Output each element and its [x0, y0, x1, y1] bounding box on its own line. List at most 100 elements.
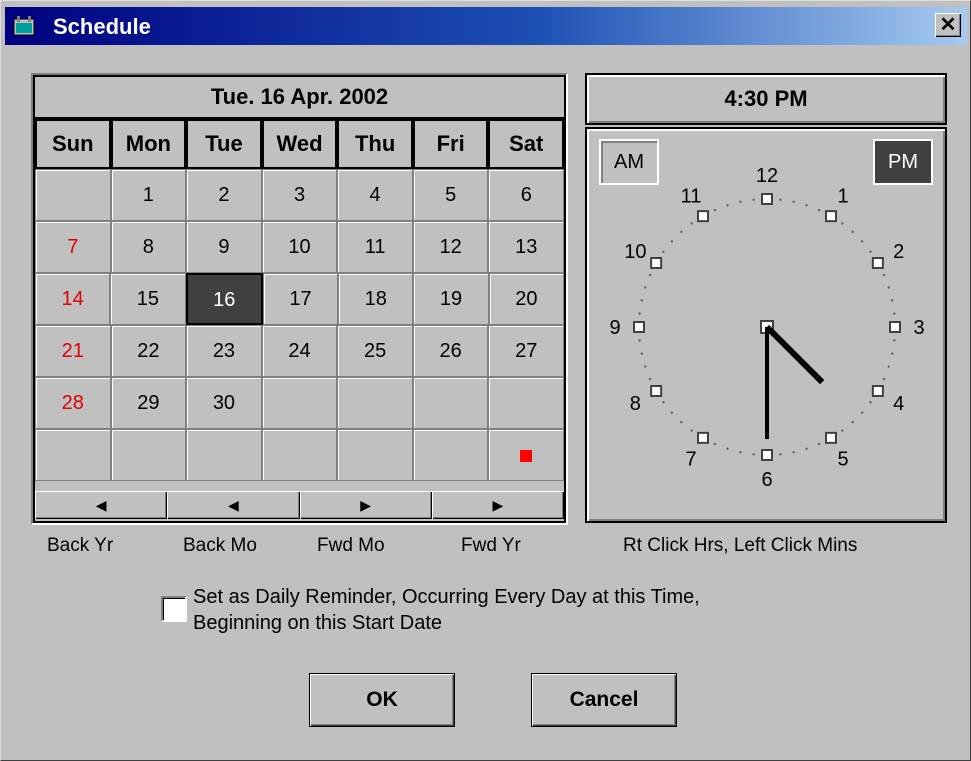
day-cell-4[interactable]: 4	[337, 169, 413, 221]
current-date-header: Tue. 16 Apr. 2002	[35, 77, 564, 119]
day-cell-19[interactable]: 19	[413, 273, 489, 325]
day-cell-2[interactable]: 2	[186, 169, 262, 221]
hour-marker-8[interactable]	[650, 385, 663, 397]
day-cell-14[interactable]: 14	[35, 273, 111, 325]
minute-tick	[893, 312, 896, 315]
hour-marker-6[interactable]	[761, 449, 773, 461]
minute-tick	[690, 222, 693, 225]
hour-marker-9[interactable]	[633, 321, 645, 333]
minute-tick	[680, 230, 683, 234]
daily-reminder-checkbox[interactable]	[161, 596, 187, 622]
clock-number-11: 11	[681, 185, 702, 207]
hour-marker-12[interactable]	[761, 193, 773, 205]
time-display: 4:30 PM	[585, 73, 947, 125]
calendar-navigation: ◀ ◀ ▶ ▶	[35, 491, 564, 521]
weekday-2: Tue	[186, 119, 262, 169]
empty-day-cell	[488, 429, 565, 481]
schedule-dialog: Schedule ✕ Tue. 16 Apr. 2002 Sun Mon Tue We…	[0, 0, 971, 761]
week-row	[35, 429, 565, 481]
day-cell-6[interactable]: 6	[488, 169, 565, 221]
day-cell-23[interactable]: 23	[186, 325, 262, 377]
clock-number-5: 5	[837, 449, 848, 471]
minute-tick	[887, 365, 890, 368]
day-cell-26[interactable]: 26	[412, 325, 489, 377]
daily-reminder-label[interactable]: Set as Daily Reminder, Occurring Every D…	[193, 584, 853, 636]
empty-day-cell	[337, 377, 413, 429]
day-cell-29[interactable]: 29	[110, 377, 187, 429]
back-mo-button[interactable]: ◀	[167, 491, 300, 519]
minute-tick	[792, 200, 795, 203]
day-cell-18[interactable]: 18	[338, 273, 414, 325]
hour-marker-4[interactable]	[871, 385, 884, 397]
hour-hand	[764, 324, 825, 385]
minute-tick	[887, 286, 890, 289]
day-cell-25[interactable]: 25	[337, 325, 413, 377]
hour-marker-7[interactable]	[697, 431, 709, 444]
hour-marker-2[interactable]	[871, 257, 884, 269]
empty-day-cell	[186, 429, 262, 481]
fwd-mo-label: Fwd Mo	[317, 535, 385, 556]
week-row: 123456	[35, 169, 565, 221]
hour-marker-11[interactable]	[697, 210, 709, 223]
day-cell-5[interactable]: 5	[412, 169, 489, 221]
day-cell-17[interactable]: 17	[262, 273, 339, 325]
day-cell-9[interactable]: 9	[186, 221, 262, 273]
day-cell-20[interactable]: 20	[488, 273, 564, 325]
minute-tick	[640, 299, 643, 302]
minute-tick	[644, 286, 647, 289]
window-title: Schedule	[53, 14, 151, 39]
day-cell-16[interactable]: 16	[185, 273, 263, 325]
clock-number-8: 8	[630, 393, 641, 415]
clock-number-12: 12	[756, 165, 778, 187]
clock-number-10: 10	[624, 241, 646, 263]
minute-tick	[713, 208, 717, 212]
day-cell-11[interactable]: 11	[337, 221, 413, 273]
minute-tick	[640, 352, 643, 355]
clock-dial[interactable]: 121234567891011	[587, 129, 945, 521]
day-cell-13[interactable]: 13	[488, 221, 565, 273]
week-row: 28 29 30	[35, 377, 565, 429]
empty-day-cell	[35, 429, 111, 481]
fwd-mo-button[interactable]: ▶	[299, 491, 432, 519]
weekday-5: Fri	[412, 119, 489, 169]
day-cell-8[interactable]: 8	[110, 221, 187, 273]
hour-marker-10[interactable]	[650, 257, 663, 269]
day-cell-24[interactable]: 24	[261, 325, 338, 377]
minute-tick	[739, 451, 742, 454]
day-cell-30[interactable]: 30	[186, 377, 262, 429]
fwd-yr-button[interactable]: ▶	[431, 491, 564, 519]
day-cell-10[interactable]: 10	[261, 221, 338, 273]
ok-button[interactable]: OK	[309, 673, 455, 727]
clock-number-3: 3	[913, 317, 924, 339]
close-button[interactable]: ✕	[935, 13, 961, 37]
cancel-button[interactable]: Cancel	[531, 673, 677, 727]
minute-tick	[752, 453, 755, 456]
day-cell-7[interactable]: 7	[35, 221, 111, 273]
hour-marker-5[interactable]	[825, 431, 837, 444]
hour-marker-3[interactable]	[889, 321, 901, 333]
am-button[interactable]: AM	[599, 139, 659, 185]
clock-hint: Rt Click Hrs, Left Click Mins	[623, 535, 858, 556]
weekday-header-row: Sun Mon Tue Wed Thu Fri Sat	[35, 119, 565, 169]
clock-face[interactable]: 12 1 2 3 4 5 6 7 8 9 10 11 AM PM	[585, 127, 947, 523]
minute-tick	[860, 411, 864, 414]
day-cell-12[interactable]: 12	[412, 221, 489, 273]
day-cell-1[interactable]: 1	[110, 169, 187, 221]
back-yr-label: Back Yr	[47, 535, 114, 556]
pm-button[interactable]: PM	[873, 139, 933, 185]
back-mo-label: Back Mo	[183, 535, 257, 556]
empty-day-cell	[110, 429, 187, 481]
clock-number-6: 6	[761, 469, 772, 491]
day-cell-15[interactable]: 15	[110, 273, 186, 325]
minute-tick	[670, 240, 674, 243]
day-cell-22[interactable]: 22	[110, 325, 187, 377]
day-cell-21[interactable]: 21	[35, 325, 111, 377]
back-yr-button[interactable]: ◀	[35, 491, 168, 519]
day-cell-28[interactable]: 28	[35, 377, 111, 429]
day-cell-27[interactable]: 27	[488, 325, 565, 377]
week-row: 14 15 16 17 18 19 20	[35, 273, 564, 325]
day-cell-3[interactable]: 3	[261, 169, 338, 221]
hour-marker-1[interactable]	[825, 210, 837, 223]
minute-tick	[690, 429, 693, 432]
minute-tick	[841, 222, 844, 225]
